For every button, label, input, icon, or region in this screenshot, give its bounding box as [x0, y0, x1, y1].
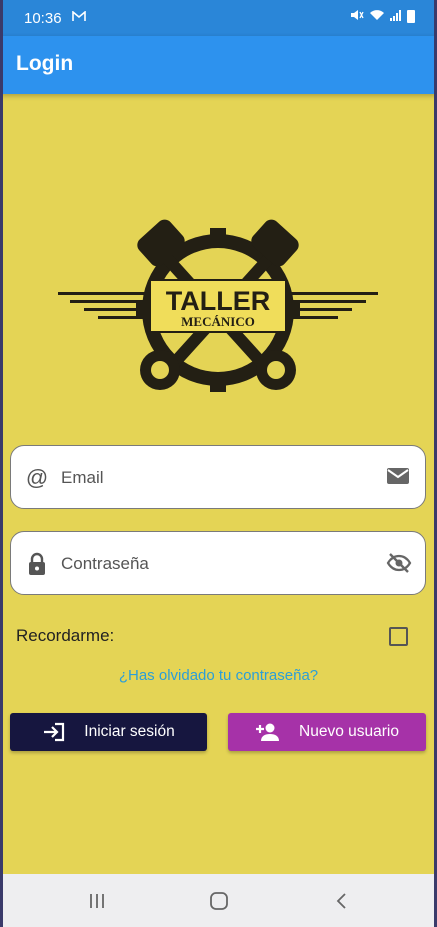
password-input[interactable] — [61, 546, 381, 582]
app-bar: Login — [0, 36, 437, 94]
lock-icon — [25, 552, 49, 576]
taller-mecanico-logo: TALLER MECÁNICO — [56, 218, 380, 398]
at-sign-icon: @ — [25, 465, 49, 490]
gmail-icon — [72, 10, 86, 25]
login-button-label: Iniciar sesión — [84, 723, 175, 740]
logo-text-taller: TALLER — [166, 286, 270, 316]
new-user-button[interactable]: Nuevo usuario — [228, 713, 426, 751]
battery-icon — [407, 10, 415, 23]
add-person-icon — [255, 722, 281, 742]
wifi-icon — [369, 9, 385, 24]
email-input[interactable] — [61, 460, 381, 496]
forgot-password-link[interactable]: ¿Has olvidado tu contraseña? — [0, 667, 437, 684]
email-field[interactable]: @ — [10, 445, 426, 509]
login-button[interactable]: Iniciar sesión — [10, 713, 207, 751]
logo-text-mecanico: MECÁNICO — [181, 314, 255, 329]
envelope-icon — [386, 466, 412, 490]
page-title: Login — [16, 52, 74, 75]
remember-label: Recordarme: — [16, 626, 115, 645]
new-user-button-label: Nuevo usuario — [299, 723, 399, 740]
recent-apps-icon[interactable] — [85, 889, 109, 913]
status-time: 10:36 — [24, 10, 62, 27]
status-bar: 10:36 — [0, 0, 437, 36]
back-icon[interactable] — [330, 889, 354, 913]
mute-icon — [350, 9, 364, 24]
status-icons — [350, 9, 415, 24]
remember-checkbox[interactable] — [389, 627, 408, 646]
login-icon — [42, 722, 66, 742]
home-icon[interactable] — [207, 889, 231, 913]
password-field[interactable] — [10, 531, 426, 595]
visibility-off-icon[interactable] — [386, 552, 412, 576]
system-nav-bar — [0, 874, 437, 927]
signal-icon — [390, 9, 402, 24]
